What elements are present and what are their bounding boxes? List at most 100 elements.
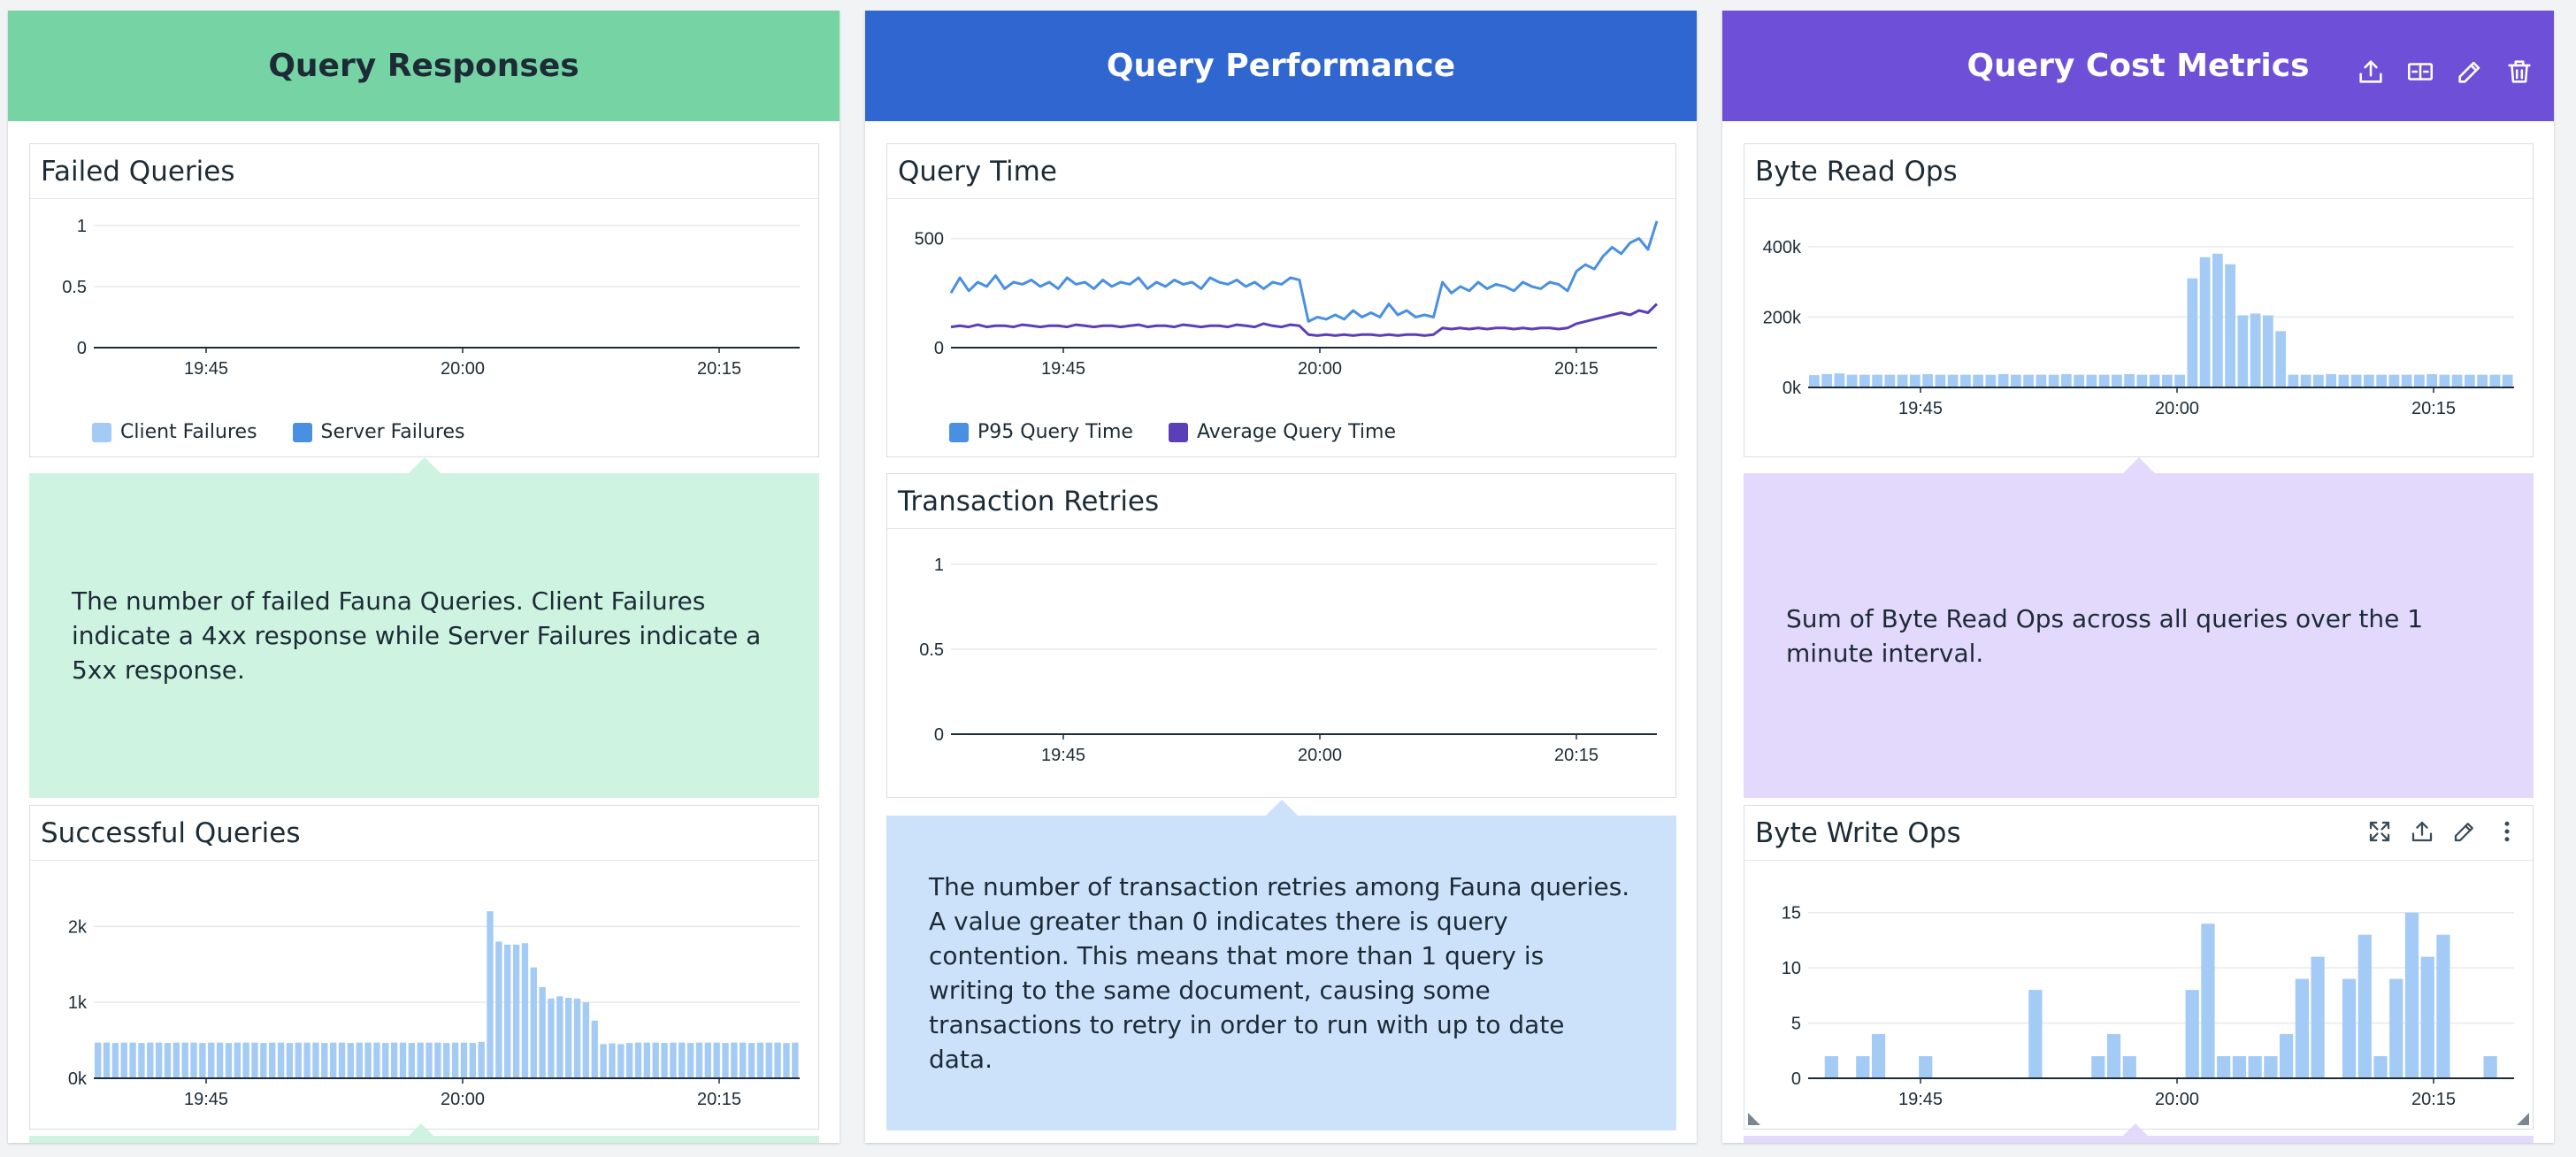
export-icon[interactable] — [2409, 818, 2435, 845]
legend-item[interactable]: Client Failures — [92, 421, 257, 443]
bar — [1859, 374, 1870, 387]
bar — [2098, 374, 2110, 387]
bar — [748, 1043, 755, 1078]
bar — [147, 1042, 154, 1078]
bar — [269, 1042, 276, 1078]
y-tick-label: 15 — [1782, 904, 1801, 923]
bar — [2248, 1056, 2262, 1078]
widget-query-time[interactable]: Query Time 0 500 19:45 20:00 20:15 P95 Query… — [886, 143, 1676, 457]
note-text: The number of transaction retries among … — [929, 872, 1630, 1074]
bar — [138, 1043, 145, 1078]
bar — [451, 1042, 459, 1078]
widget-byte-write-ops[interactable]: Byte Write Ops 0 5 10 15 19:45 20:00 20:15 — [1744, 805, 2534, 1130]
group-toolbar — [2356, 57, 2534, 87]
bar — [164, 1043, 172, 1078]
bar — [2439, 374, 2450, 387]
bar — [469, 1043, 476, 1078]
legend-item[interactable]: Server Failures — [292, 421, 465, 443]
bar — [234, 1042, 241, 1078]
bar — [2364, 374, 2374, 387]
bar — [2136, 374, 2148, 387]
legend-swatch — [292, 422, 312, 442]
bar — [2313, 374, 2324, 387]
bar — [1824, 1056, 1838, 1078]
bar — [434, 1042, 441, 1078]
bar — [1856, 1056, 1870, 1078]
y-tick-label: 0k — [1782, 379, 1802, 398]
bar — [260, 1043, 267, 1078]
x-tick-label: 20:00 — [441, 1090, 485, 1109]
chart-successful-queries: 0k 1k 2k 19:45 20:00 20:15 — [68, 911, 800, 1109]
bar — [408, 1043, 416, 1078]
more-vertical-icon[interactable] — [2494, 818, 2520, 845]
export-icon[interactable] — [2356, 57, 2386, 87]
bar — [390, 1042, 398, 1078]
bar — [548, 998, 555, 1078]
widget-title: Transaction Retries — [887, 474, 1675, 529]
note-byte-read-ops: Sum of Byte Read Ops across all queries … — [1744, 457, 2534, 798]
bar — [731, 1042, 738, 1078]
bar — [2389, 978, 2404, 1078]
bar — [2212, 253, 2223, 387]
legend-swatch — [1168, 422, 1188, 442]
x-tick-label: 20:00 — [1298, 359, 1342, 379]
bar — [1973, 374, 1983, 387]
expand-icon[interactable] — [2366, 818, 2393, 845]
bar — [634, 1042, 642, 1078]
bar — [704, 1042, 711, 1078]
resize-handle-left[interactable] — [1748, 1113, 1760, 1125]
widget-title: Successful Queries — [30, 806, 818, 861]
bar — [2288, 374, 2299, 387]
bar — [382, 1043, 389, 1078]
bar — [678, 1042, 686, 1078]
widget-transaction-retries[interactable]: Transaction Retries 0 0.5 1 19:45 20:00 20:15 — [886, 473, 1676, 798]
bar — [670, 1042, 677, 1078]
y-tick-label: 0 — [1791, 1069, 1801, 1089]
y-tick-label: 1k — [68, 993, 88, 1013]
widget-failed-queries[interactable]: Failed Queries 0 0.5 1 19:45 20:00 20:15 Clie… — [29, 143, 819, 457]
bar — [2465, 374, 2475, 387]
bar — [1947, 374, 1959, 387]
bar — [1985, 374, 1997, 387]
bar — [713, 1042, 720, 1078]
bar — [1922, 373, 1933, 387]
resize-handle-right[interactable] — [2517, 1113, 2529, 1125]
y-tick-label: 0k — [68, 1069, 88, 1089]
widget-byte-read-ops[interactable]: Byte Read Ops 0k 200k 400k 19:45 20:00 20:15 — [1744, 143, 2534, 457]
note-text: Sum of Byte Read Ops across all queries … — [1786, 603, 2424, 668]
bar — [2489, 374, 2501, 387]
bar — [2376, 374, 2387, 387]
bar — [2426, 373, 2437, 387]
group-header: Query Responses — [8, 11, 840, 121]
bar — [756, 1042, 764, 1078]
split-icon[interactable] — [2405, 57, 2435, 87]
bar — [2264, 1056, 2278, 1078]
bar — [722, 1043, 729, 1078]
x-tick-label: 20:15 — [1554, 359, 1598, 379]
bar — [1897, 374, 1908, 387]
edit-icon[interactable] — [2455, 57, 2485, 87]
bar — [2061, 373, 2072, 387]
y-tick-label: 1 — [77, 217, 87, 236]
edit-icon[interactable] — [2451, 818, 2478, 845]
bar — [2502, 374, 2513, 387]
bar — [2048, 374, 2059, 387]
y-tick-label: 0 — [934, 339, 944, 358]
bar — [2074, 374, 2084, 387]
bar — [2028, 990, 2043, 1078]
bar — [2086, 374, 2097, 387]
x-tick-label: 20:00 — [2155, 1090, 2199, 1109]
bar — [2225, 264, 2235, 387]
widget-title: Failed Queries — [30, 144, 818, 199]
bar — [2280, 1034, 2294, 1078]
bar — [1960, 374, 1971, 387]
bar — [2250, 313, 2261, 387]
legend-item[interactable]: Average Query Time — [1168, 421, 1396, 443]
legend-item[interactable]: P95 Query Time — [949, 421, 1133, 443]
widget-successful-queries[interactable]: Successful Queries 0k 1k 2k 19:45 20:00 20:15 — [29, 805, 819, 1130]
delete-icon[interactable] — [2504, 57, 2534, 87]
chart-query-time: 0 500 19:45 20:00 20:15 — [915, 220, 1659, 379]
bar — [2342, 978, 2357, 1078]
bar — [625, 1043, 633, 1078]
bar — [1809, 375, 1820, 387]
